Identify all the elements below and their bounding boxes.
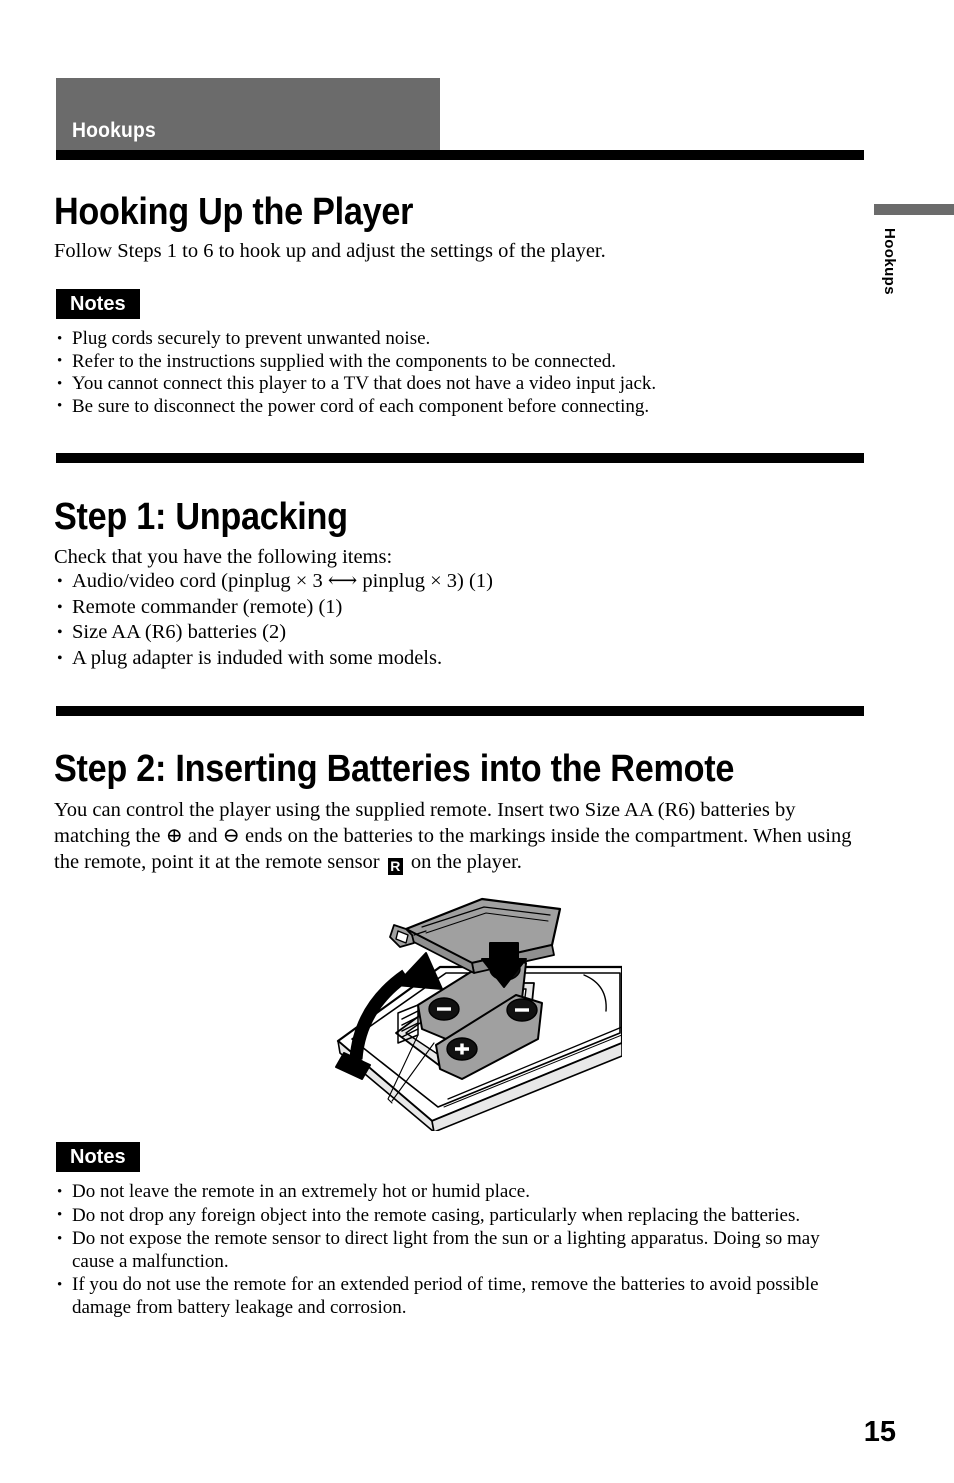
rule-above-step-1 <box>56 453 864 463</box>
list-item: Do not leave the remote in an extremely … <box>56 1181 862 1204</box>
rule-above-step-2 <box>56 706 864 716</box>
list-item: Do not expose the remote sensor to direc… <box>56 1228 862 1273</box>
intro-hooking-up: Follow Steps 1 to 6 to hook up and adjus… <box>54 238 864 264</box>
step-2-text-part-2: and <box>182 825 223 847</box>
intro-step-2-text: You can control the player using the sup… <box>54 797 854 875</box>
chapter-band: Hookups <box>56 78 440 150</box>
side-tab-marker <box>874 204 954 215</box>
figure-remote-battery-insertion <box>322 893 622 1131</box>
heading-hooking-up-the-player: Hooking Up the Player <box>54 191 414 234</box>
list-item: Audio/video cord (pinplug × 3 ⟷ pinplug … <box>56 569 856 595</box>
list-item: Plug cords securely to prevent unwanted … <box>56 328 856 351</box>
notes-list-step-2: Do not leave the remote in an extremely … <box>56 1181 862 1321</box>
page-number: 15 <box>863 1416 896 1448</box>
list-item: Do not drop any foreign object into the … <box>56 1204 862 1228</box>
notes-list-hookups: Plug cords securely to prevent unwanted … <box>56 328 856 418</box>
list-item: Remote commander (remote) (1) <box>56 595 856 621</box>
intro-step-1: Check that you have the following items: <box>54 544 864 570</box>
plus-symbol: ⊕ <box>165 825 183 847</box>
notes-label-hookups: Notes <box>56 289 140 319</box>
intro-step-1-text: Check that you have the following items: <box>54 546 393 568</box>
chapter-band-label: Hookups <box>72 119 156 142</box>
heading-step-1: Step 1: Unpacking <box>54 496 348 539</box>
list-item: Be sure to disconnect the power cord of … <box>56 395 856 419</box>
heading-step-2: Step 2: Inserting Batteries into the Rem… <box>54 748 735 791</box>
intro-hooking-up-text: Follow Steps 1 to 6 to hook up and adjus… <box>54 240 606 262</box>
list-item: If you do not use the remote for an exte… <box>56 1274 862 1319</box>
notes-label-step-2: Notes <box>56 1142 140 1172</box>
list-item: Size AA (R6) batteries (2) <box>56 620 856 646</box>
minus-symbol: ⊖ <box>222 825 240 847</box>
step-2-text-part-4: on the player. <box>405 851 522 873</box>
list-item: Refer to the instructions supplied with … <box>56 350 856 374</box>
intro-step-2: You can control the player using the sup… <box>54 797 854 875</box>
list-item: A plug adapter is induded with some mode… <box>56 646 856 672</box>
rule-under-chapter-band <box>56 150 864 160</box>
remote-sensor-icon: R <box>387 858 403 875</box>
side-tab-label: Hookups <box>881 228 898 295</box>
manual-page: Hookups Hookups Hooking Up the Player Fo… <box>0 0 954 1483</box>
unpacking-items-list: Audio/video cord (pinplug × 3 ⟷ pinplug … <box>56 569 856 671</box>
list-item: You cannot connect this player to a TV t… <box>56 373 856 396</box>
